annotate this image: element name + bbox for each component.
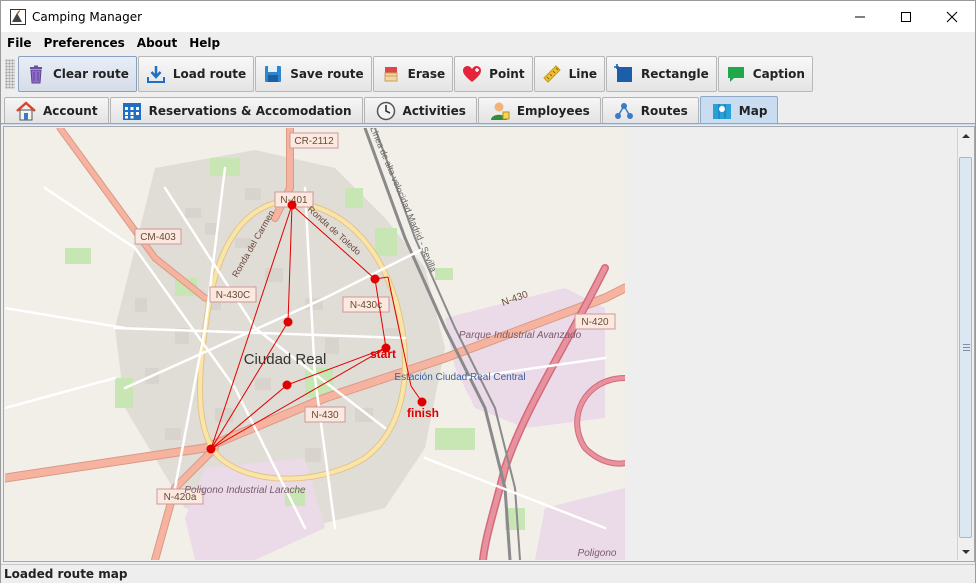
tab-account-label: Account [43,104,98,118]
route-point[interactable] [282,380,292,390]
road-shield-n-430c-west: N-430C [209,286,257,303]
place-label-estacion: Estación Ciudad Real Central [394,372,525,383]
window-controls [837,1,975,32]
place-label-poligono: Poligono [578,548,617,559]
menu-about[interactable]: About [131,36,183,50]
window-title: Camping Manager [32,9,143,24]
tab-routes-label: Routes [640,104,688,118]
menu-help[interactable]: Help [183,36,226,50]
road-label-n-420: N-420 [581,317,609,328]
person-icon [489,100,511,122]
route-point[interactable] [287,200,297,210]
point-button[interactable]: Point [454,56,533,92]
rectangle-label: Rectangle [641,67,709,81]
place-label-parque: Parque Industrial Avanzado [459,330,582,341]
route-nodes-icon [613,100,635,122]
eraser-icon [380,63,402,85]
line-button[interactable]: Line [533,56,606,92]
place-label-larache: Poligono Industrial Larache [184,485,306,496]
scrollbar-thumb[interactable] [959,157,972,538]
speech-bubble-icon [725,63,747,85]
road-shield-cr-2112: CR-2112 [289,132,339,149]
caption-label: Caption [752,67,805,81]
road-shield-n-430c-east: N-430c [342,296,390,313]
rectangle-icon [613,63,635,85]
vertical-scrollbar[interactable] [957,128,973,560]
caption-start: start [370,347,396,361]
load-route-button[interactable]: Load route [137,56,255,92]
road-label-cr-2112: CR-2112 [294,136,334,147]
close-icon[interactable] [929,1,975,32]
tab-employees-label: Employees [516,104,590,118]
caption-button[interactable]: Caption [717,56,813,92]
toolbar-grip[interactable] [5,59,15,89]
ruler-icon [541,63,563,85]
erase-label: Erase [407,67,446,81]
save-route-button[interactable]: Save route [255,56,372,92]
tab-account[interactable]: Account [4,97,109,124]
tab-activities-label: Activities [402,104,466,118]
scroll-up-icon[interactable] [958,128,973,144]
road-label-n-430: N-430 [311,410,339,421]
road-shield-n-430: N-430 [304,406,346,423]
maximize-icon[interactable] [883,1,929,32]
erase-button[interactable]: Erase [372,56,454,92]
tab-underline [1,123,975,125]
road-label-n-430c-east: N-430c [350,300,382,311]
route-point[interactable] [370,274,380,284]
tab-employees[interactable]: Employees [477,97,601,124]
route-point[interactable] [206,444,216,454]
line-label: Line [568,67,598,81]
title-bar: Camping Manager [1,1,975,32]
menu-bar: File Preferences About Help [1,32,975,53]
download-icon [145,63,167,85]
map-pin-icon [711,100,733,122]
menu-preferences[interactable]: Preferences [38,36,131,50]
rectangle-button[interactable]: Rectangle [606,56,717,92]
app-window: Camping Manager File Preferences About H… [0,0,976,583]
toolbar: Clear route Load route Save route Erase … [1,54,975,94]
menu-file[interactable]: File [1,36,38,50]
status-text: Loaded route map [4,567,128,581]
tab-reservations-label: Reservations & Accomodation [148,104,352,118]
tab-reservations[interactable]: Reservations & Accomodation [109,97,363,124]
app-logo-icon [10,8,26,25]
tab-map[interactable]: Map [699,96,779,124]
map-panel: CR-2112 N-401 CM-403 N-430C N-430c N-430… [3,126,975,562]
clock-icon [375,100,397,122]
road-shield-cm-403: CM-403 [134,228,182,245]
map-canvas[interactable]: CR-2112 N-401 CM-403 N-430C N-430c N-430… [5,128,625,560]
status-bar: Loaded route map [1,564,975,583]
trash-icon [25,63,47,85]
scroll-grip-line [963,350,970,351]
clear-route-label: Clear route [53,67,129,81]
calendar-icon [121,100,143,122]
floppy-disk-icon [262,63,284,85]
point-label: Point [489,67,525,81]
road-label-cm-403: CM-403 [140,232,176,243]
city-label: Ciudad Real [244,351,327,368]
home-icon [15,100,37,122]
tab-activities[interactable]: Activities [363,97,477,124]
scroll-grip-line [963,347,970,348]
scroll-grip-line [963,344,970,345]
map-view[interactable]: CR-2112 N-401 CM-403 N-430C N-430c N-430… [5,128,625,560]
tab-map-label: Map [738,103,768,118]
road-label-n-430c-west: N-430C [216,290,250,301]
load-route-label: Load route [172,67,247,81]
caption-finish: finish [407,406,439,420]
heart-plus-icon [461,63,483,85]
minimize-icon[interactable] [837,1,883,32]
clear-route-button[interactable]: Clear route [18,56,137,92]
route-point[interactable] [283,317,293,327]
scroll-down-icon[interactable] [958,544,973,560]
save-route-label: Save route [290,67,364,81]
tab-bar: Account Reservations & Accomodation Acti… [1,96,975,124]
road-shield-n-420: N-420 [574,313,616,330]
tab-routes[interactable]: Routes [601,97,699,124]
